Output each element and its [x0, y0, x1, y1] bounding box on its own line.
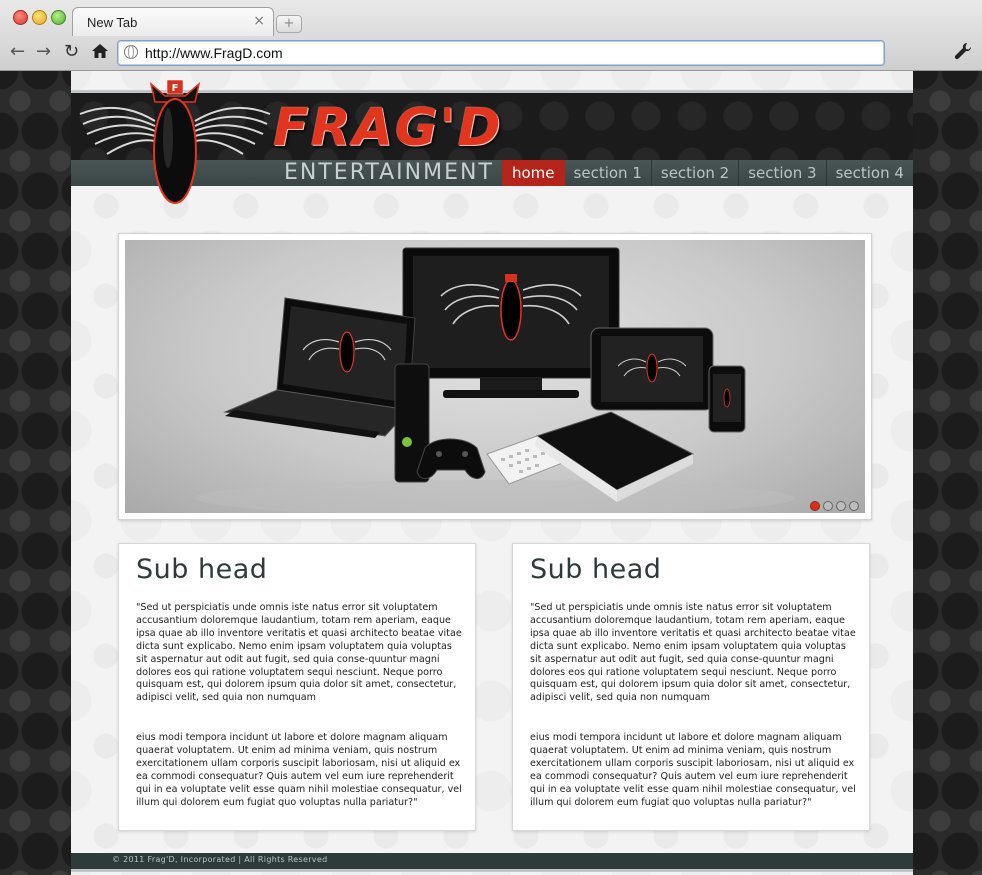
back-arrow-icon[interactable]: ←: [10, 42, 25, 62]
tab-title: New Tab: [87, 15, 138, 30]
forward-arrow-icon[interactable]: →: [36, 42, 51, 62]
nav-home[interactable]: home: [502, 160, 565, 186]
slide-image: [125, 240, 865, 513]
site-container: F FRAG'D ENTERTAINMENT home section 1 se…: [71, 71, 913, 875]
new-tab-button[interactable]: +: [276, 15, 302, 33]
brand-tagline: ENTERTAINMENT: [284, 160, 494, 185]
globe-icon: [124, 45, 138, 59]
bomb-wings-logo-icon[interactable]: F: [75, 76, 275, 216]
box-1-paragraph-2: eius modi tempora incidunt ut labore et …: [136, 732, 462, 808]
content-box-1: Sub head "Sed ut perspiciatis unde omnis…: [118, 543, 476, 831]
nav-section-1[interactable]: section 1: [565, 160, 652, 186]
tab-close-icon[interactable]: ×: [253, 13, 265, 29]
box-1-paragraph-1: "Sed ut perspiciatis unde omnis iste nat…: [136, 602, 462, 704]
wrench-icon[interactable]: [954, 42, 972, 65]
address-bar[interactable]: http://www.FragD.com: [117, 40, 885, 66]
image-slider: [118, 233, 872, 520]
bottom-rule: [71, 869, 913, 872]
content-box-2: Sub head "Sed ut perspiciatis unde omnis…: [512, 543, 870, 831]
slider-dot-1[interactable]: [810, 501, 820, 511]
main-menu: home section 1 section 2 section 3 secti…: [502, 160, 913, 186]
minimize-window-button[interactable]: [32, 10, 47, 25]
svg-text:F: F: [172, 83, 179, 94]
slider-dot-2[interactable]: [823, 501, 833, 511]
box-2-paragraph-1: "Sed ut perspiciatis unde omnis iste nat…: [530, 602, 856, 704]
close-window-button[interactable]: [13, 10, 28, 25]
site-footer: © 2011 Frag'D, Incorporated | All Rights…: [71, 853, 913, 869]
home-icon[interactable]: [91, 42, 109, 65]
brand-title[interactable]: FRAG'D: [273, 100, 503, 156]
zoom-window-button[interactable]: [51, 10, 66, 25]
reload-icon[interactable]: ↻: [64, 42, 79, 62]
slider-dot-4[interactable]: [849, 501, 859, 511]
devices-illustration: [195, 247, 795, 513]
browser-tab[interactable]: New Tab ×: [72, 7, 274, 36]
nav-section-2[interactable]: section 2: [652, 160, 740, 186]
nav-section-4[interactable]: section 4: [827, 160, 913, 186]
url-text[interactable]: http://www.FragD.com: [145, 45, 283, 61]
box-2-heading: Sub head: [530, 554, 662, 585]
box-2-paragraph-2: eius modi tempora incidunt ut labore et …: [530, 732, 856, 808]
box-1-heading: Sub head: [136, 554, 268, 585]
slider-dot-3[interactable]: [836, 501, 846, 511]
slider-pagination: [810, 501, 859, 511]
browser-chrome: New Tab × + ← → ↻ http://www.FragD.com: [0, 0, 982, 71]
nav-section-3[interactable]: section 3: [739, 160, 827, 186]
footer-copyright: © 2011 Frag'D, Incorporated | All Rights…: [112, 855, 328, 864]
